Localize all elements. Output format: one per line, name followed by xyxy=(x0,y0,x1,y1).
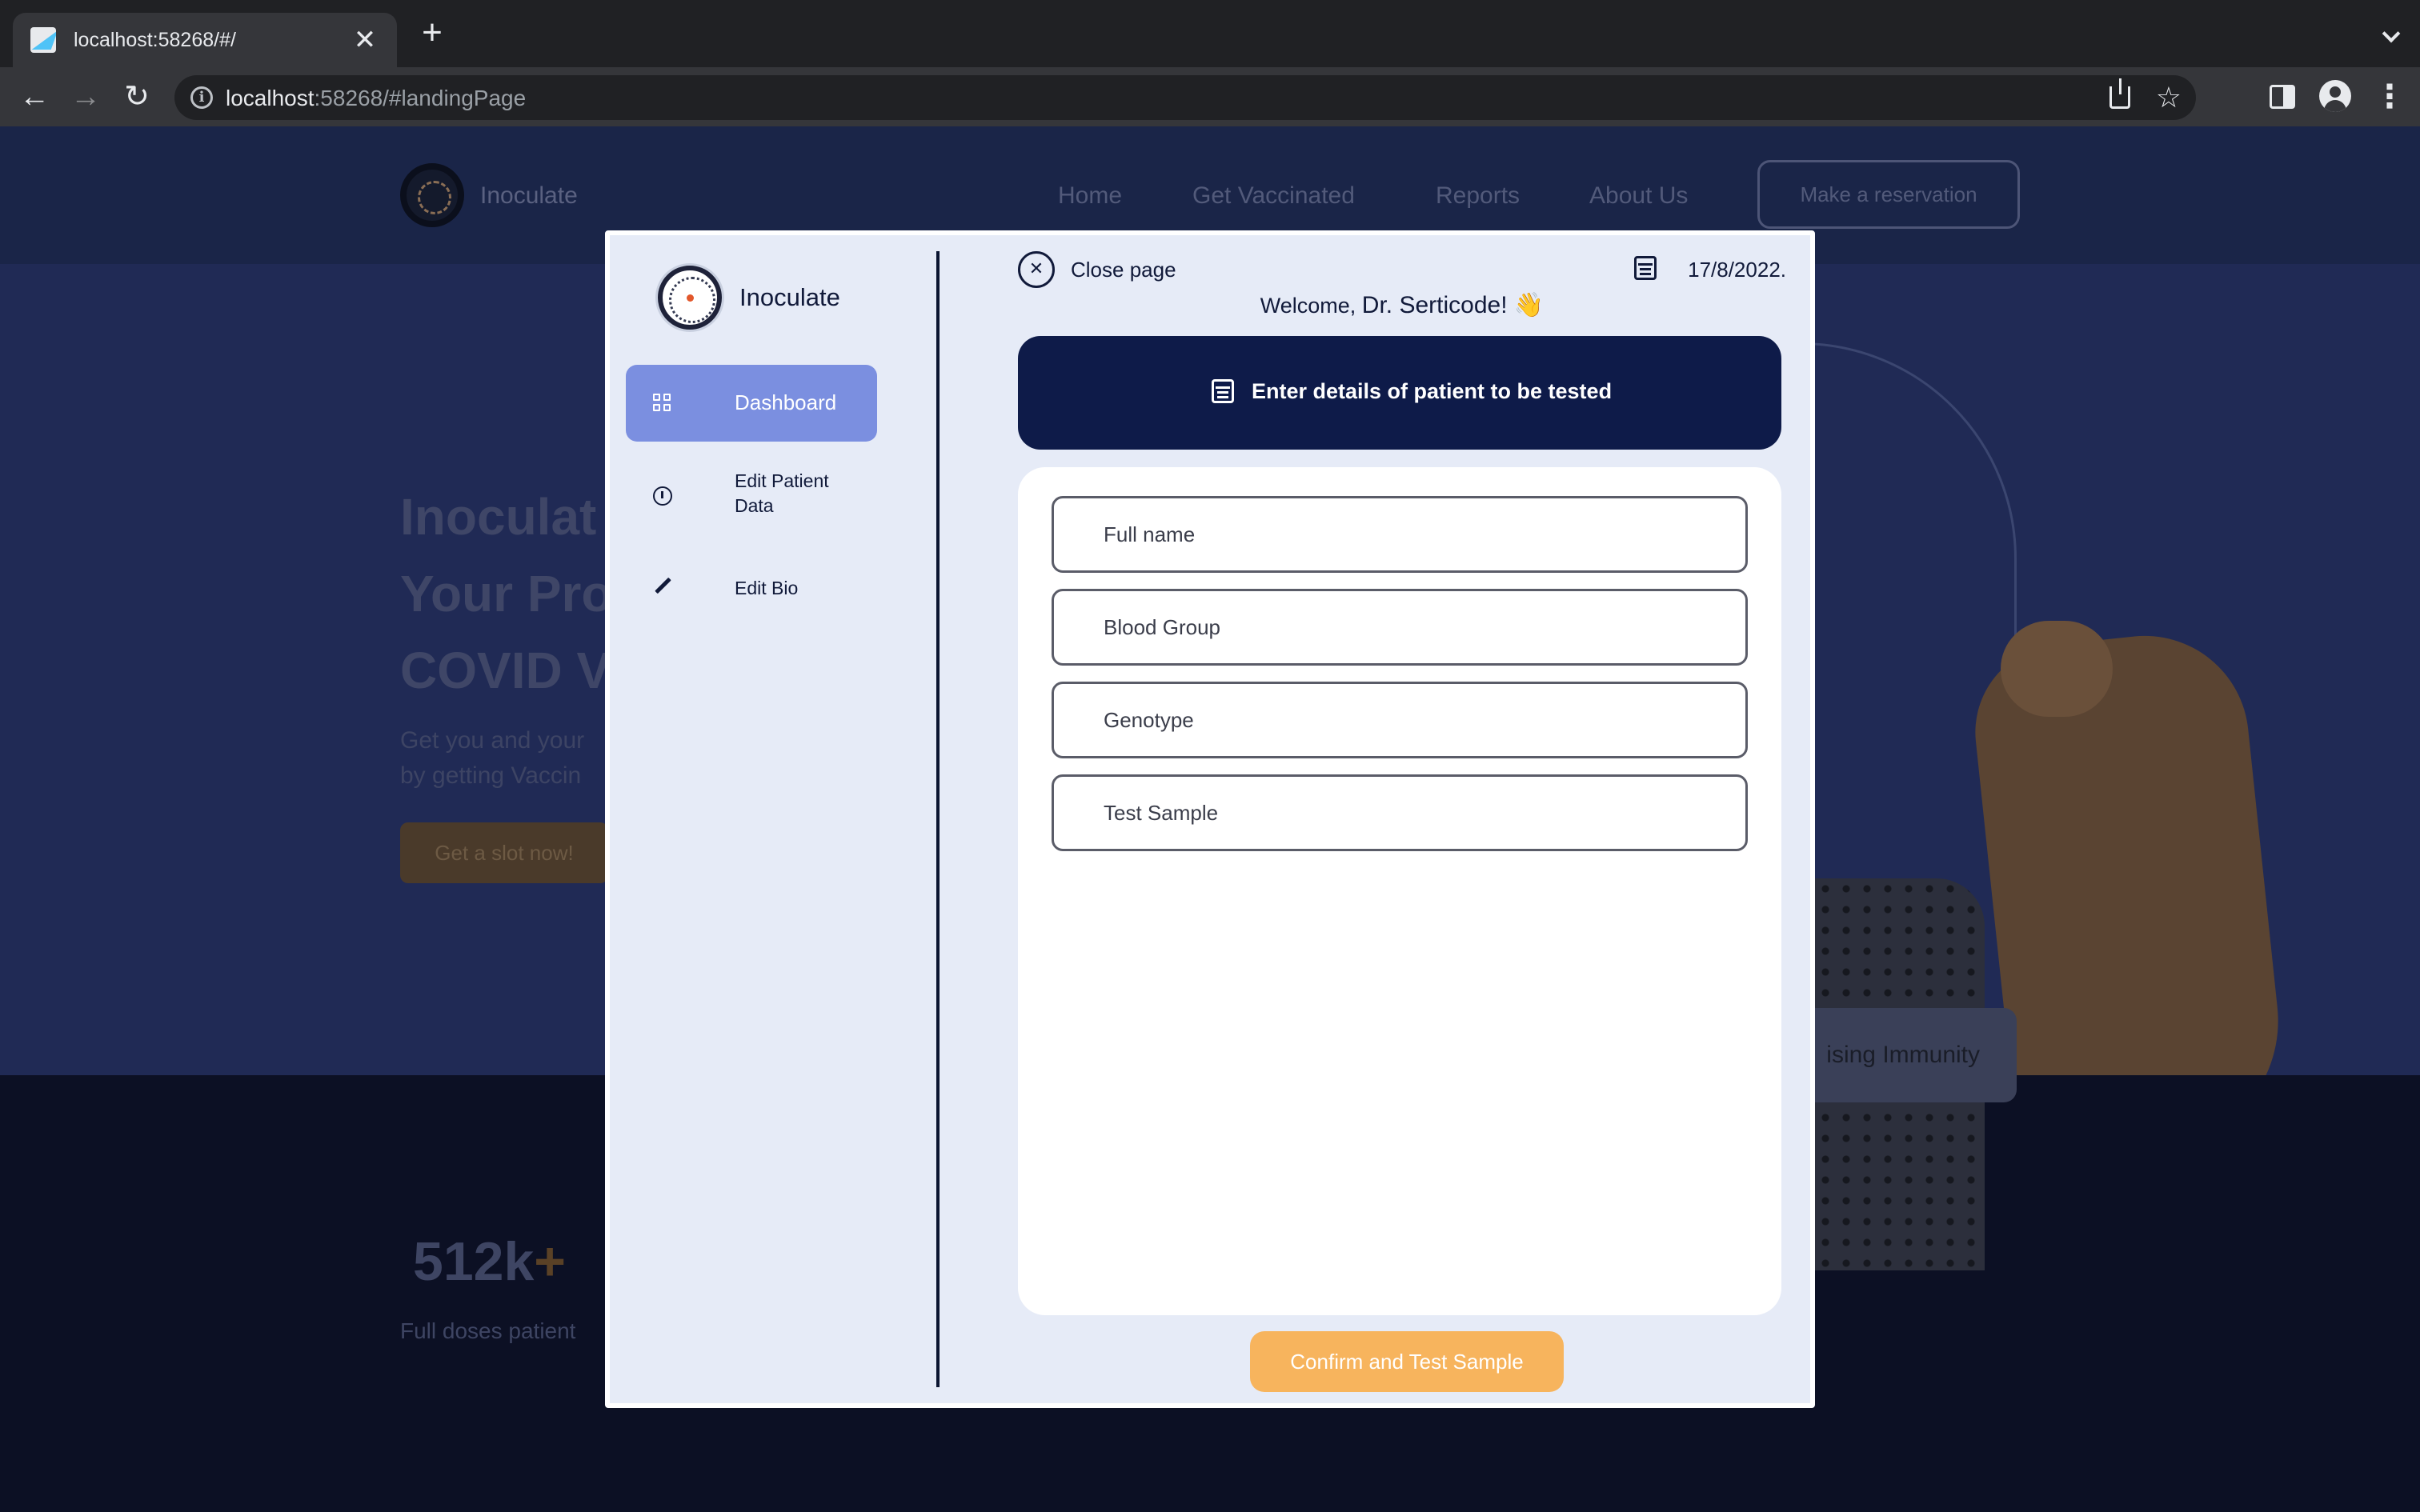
tab-search-chevron-icon[interactable] xyxy=(2382,24,2401,43)
nav-link-about-us: About Us xyxy=(1589,182,1689,209)
browser-toolbar: ← → ↻ i localhost:58268/#landingPage ☆ ⋮ xyxy=(0,67,2420,126)
profile-avatar-icon[interactable] xyxy=(2319,80,2351,112)
back-arrow-icon[interactable]: ← xyxy=(16,78,53,115)
share-icon[interactable] xyxy=(2109,78,2130,109)
modal-main: ✕ Close page 17/8/2022. Welcome, Dr. Ser… xyxy=(1018,235,1786,1403)
pencil-icon xyxy=(653,578,672,597)
sidebar-item-label: Dashboard xyxy=(735,390,837,414)
sidebar-item-edit-patient-data[interactable]: Edit Patient Data xyxy=(626,467,877,526)
browser-tab-strip: localhost:58268/#/ ✕ + xyxy=(0,0,2420,67)
test-sample-field[interactable] xyxy=(1052,774,1748,851)
kebab-menu-icon[interactable]: ⋮ xyxy=(2374,81,2406,113)
browser-tab[interactable]: localhost:58268/#/ ✕ xyxy=(13,13,397,67)
site-info-icon[interactable]: i xyxy=(190,86,213,109)
hero-person-fist-image xyxy=(2001,621,2113,717)
bookmark-star-icon[interactable]: ☆ xyxy=(2156,82,2182,114)
calendar-icon xyxy=(1212,379,1234,403)
sidebar-item-edit-bio[interactable]: Edit Bio xyxy=(626,563,877,611)
doctor-name: Dr. Serticode! 👋 xyxy=(1361,292,1545,318)
tab-close-icon[interactable]: ✕ xyxy=(351,26,379,54)
inoculate-logo-icon xyxy=(658,266,722,330)
hero-title: Inoculat Your Pro COVID V xyxy=(400,488,613,699)
welcome-message: Welcome, Dr. Serticode! 👋 xyxy=(1260,292,1545,318)
info-circle-icon xyxy=(653,486,672,506)
calendar-icon xyxy=(1634,256,1657,280)
landing-brand: Inoculate xyxy=(480,182,578,209)
stat-value: 512k+ xyxy=(413,1231,566,1292)
nav-link-reports: Reports xyxy=(1436,182,1521,209)
sidebar-item-label: Edit Patient Data xyxy=(735,470,829,516)
blood-group-field[interactable] xyxy=(1052,589,1748,666)
form-header-card: Enter details of patient to be tested xyxy=(1018,336,1781,450)
forward-arrow-icon[interactable]: → xyxy=(67,78,104,115)
sidebar-item-dashboard[interactable]: Dashboard xyxy=(626,365,877,442)
full-name-field[interactable] xyxy=(1052,496,1748,573)
url-text[interactable]: localhost:58268/#landingPage xyxy=(226,86,526,111)
close-icon[interactable]: ✕ xyxy=(1018,251,1055,288)
genotype-field[interactable] xyxy=(1052,682,1748,758)
make-reservation-button: Make a reservation xyxy=(1757,160,2020,229)
flutter-favicon-icon xyxy=(30,27,56,53)
side-panel-icon[interactable] xyxy=(2270,85,2295,109)
date-label: 17/8/2022. xyxy=(1688,258,1786,282)
nav-link-home: Home xyxy=(1058,182,1123,209)
nav-link-get-vaccinated: Get Vaccinated xyxy=(1192,182,1355,209)
address-bar[interactable]: i localhost:58268/#landingPage ☆ xyxy=(174,75,2196,120)
hero-subtitle: Get you and your by getting Vaccin xyxy=(400,727,585,789)
stat-label: Full doses patient xyxy=(400,1318,576,1343)
form-header-title: Enter details of patient to be tested xyxy=(1252,379,1613,403)
patient-test-modal: Inoculate Dashboard Edit Patient Data Ed… xyxy=(605,230,1815,1408)
tab-title: localhost:58268/#/ xyxy=(74,28,236,51)
modal-sidebar: Inoculate Dashboard Edit Patient Data Ed… xyxy=(610,235,938,1403)
confirm-and-test-sample-button[interactable]: Confirm and Test Sample xyxy=(1250,1331,1564,1392)
reload-icon[interactable]: ↻ xyxy=(118,78,155,115)
dashboard-grid-icon xyxy=(653,394,672,413)
sidebar-divider xyxy=(936,251,940,1387)
get-slot-button: Get a slot now! xyxy=(400,822,608,883)
inoculate-logo-icon xyxy=(400,163,464,227)
sidebar-brand: Inoculate xyxy=(739,283,840,311)
sidebar-item-label: Edit Bio xyxy=(735,578,799,598)
new-tab-button[interactable]: + xyxy=(416,15,448,50)
close-page-link[interactable]: Close page xyxy=(1071,258,1176,282)
patient-form xyxy=(1018,467,1781,1315)
